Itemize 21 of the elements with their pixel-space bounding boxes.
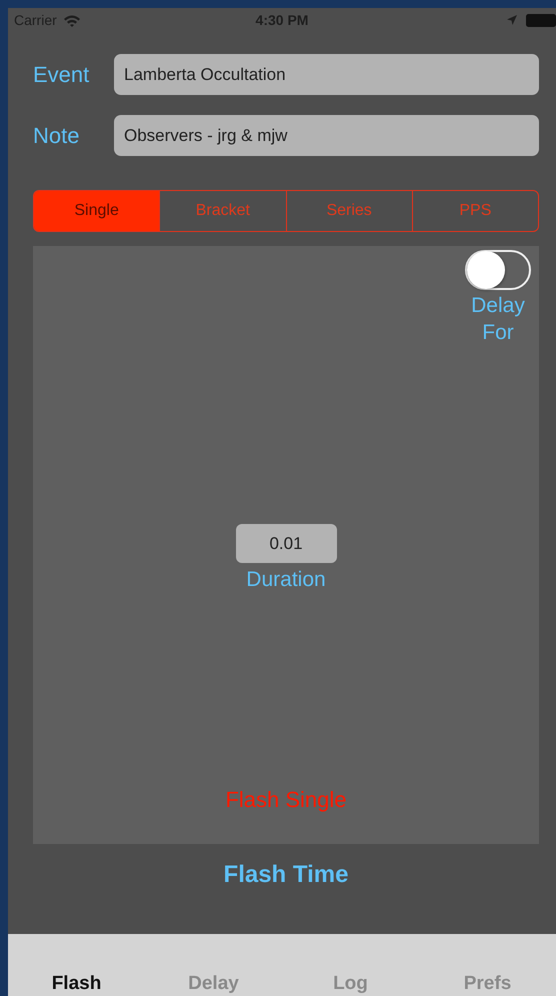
mode-segment[interactable]: Single [34, 191, 160, 231]
battery-icon [526, 14, 556, 26]
tab-item[interactable]: Flash [8, 972, 145, 996]
flash-time-label: Flash Time [224, 861, 348, 889]
field-label: Event [33, 62, 90, 88]
delay-label: Delay For [470, 293, 526, 346]
flash-button[interactable]: Flash Single [219, 786, 353, 814]
duration-field[interactable]: 0.01 [236, 524, 336, 563]
mode-segment[interactable]: PPS [412, 191, 538, 231]
tab-item[interactable]: Log [282, 972, 419, 996]
duration-label: Duration [246, 568, 326, 592]
field-label: Note [33, 122, 80, 148]
delay-toggle[interactable] [465, 250, 531, 290]
mode-segment[interactable]: Series [286, 191, 412, 231]
text-field[interactable]: Observers - jrg & mjw [114, 115, 539, 156]
mode-segment[interactable]: Bracket [159, 191, 286, 231]
wifi-icon [62, 14, 81, 26]
tab-item[interactable]: Prefs [419, 972, 556, 996]
text-field[interactable]: Lamberta Occultation [114, 54, 539, 95]
tab-item[interactable]: Delay [145, 972, 282, 996]
location-arrow-icon [506, 14, 518, 26]
